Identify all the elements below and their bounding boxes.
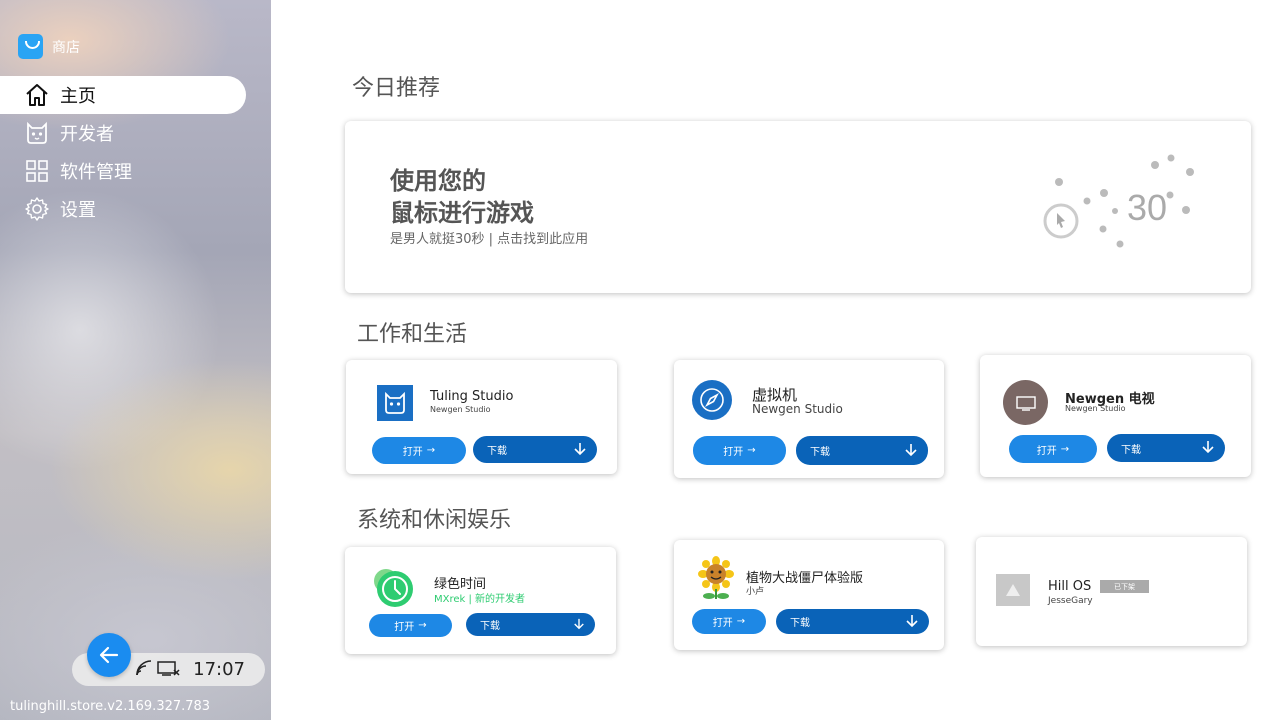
section-title-system: 系统和休闲娱乐 xyxy=(357,508,512,533)
app-card-pvz[interactable]: 植物大战僵尸体验版 小卢 打开 → 下载 xyxy=(674,540,944,650)
tuling-cat-icon xyxy=(377,385,413,421)
download-button[interactable]: 下载 xyxy=(466,613,595,636)
app-developer: MXrek | 新的开发者 xyxy=(434,594,526,605)
sidebar-item-label: 设置 xyxy=(60,200,96,221)
app-card-tuling-studio[interactable]: Tuling Studio Newgen Studio 打开 → 下载 xyxy=(346,360,617,474)
version-label: tulinghill.store.v2.169.327.783 xyxy=(10,699,211,714)
gear-icon xyxy=(24,196,50,222)
download-button[interactable]: 下载 xyxy=(1107,434,1225,462)
section-title-work: 工作和生活 xyxy=(357,322,468,347)
sunflower-icon xyxy=(696,556,736,600)
sidebar-item-label: 软件管理 xyxy=(60,162,132,183)
sidebar-item-developer[interactable]: 开发者 xyxy=(0,114,271,152)
open-button[interactable]: 打开 → xyxy=(372,437,466,464)
app-developer: JesseGary xyxy=(1048,596,1093,606)
app-name: Tuling Studio xyxy=(430,389,514,404)
arrow-right-icon: → xyxy=(426,445,436,456)
sidebar-item-software[interactable]: 软件管理 xyxy=(0,152,271,190)
hero-title: 使用您的 鼠标进行游戏 xyxy=(390,167,534,227)
arrow-right-icon: → xyxy=(418,620,427,631)
app-name: Hill OS xyxy=(1048,579,1092,594)
app-card-green-time[interactable]: 绿色时间 MXrek | 新的开发者 打开 → 下载 xyxy=(345,547,616,654)
download-button[interactable]: 下载 xyxy=(473,436,597,463)
sidebar: 商店 主页 开发者 软件管理 设置 17:07 tulinghill.store… xyxy=(0,0,271,720)
app-developer: 小卢 xyxy=(746,587,765,597)
green-clock-icon xyxy=(373,567,415,609)
sidebar-nav: 主页 开发者 软件管理 设置 xyxy=(0,76,271,228)
store-title: 商店 xyxy=(52,39,80,56)
app-developer: Newgen Studio xyxy=(430,405,491,414)
download-arrow-icon xyxy=(906,615,918,628)
delisted-badge: 已下架 xyxy=(1100,580,1149,593)
sidebar-item-home[interactable]: 主页 xyxy=(0,76,246,114)
clock: 17:07 xyxy=(193,659,245,680)
download-arrow-icon xyxy=(905,444,917,457)
section-title-today: 今日推荐 xyxy=(352,76,441,101)
store-bag-icon xyxy=(18,34,43,59)
store-header: 商店 xyxy=(18,34,80,59)
app-developer: Newgen Studio xyxy=(752,402,843,416)
open-button[interactable]: 打开 → xyxy=(369,614,452,637)
back-button[interactable] xyxy=(87,633,131,677)
hero-subtitle: 是男人就挺30秒 | 点击找到此应用 xyxy=(390,232,589,247)
tv-icon xyxy=(1003,380,1048,425)
open-button[interactable]: 打开 → xyxy=(1009,435,1097,463)
display-off-icon[interactable] xyxy=(157,659,181,681)
open-button[interactable]: 打开 → xyxy=(692,609,766,634)
arrow-right-icon: → xyxy=(736,616,746,627)
download-button[interactable]: 下载 xyxy=(776,609,929,634)
download-arrow-icon xyxy=(574,443,586,456)
open-button[interactable]: 打开 → xyxy=(693,436,786,465)
hero-art-number: 30 xyxy=(1127,187,1167,228)
grid-icon xyxy=(24,158,50,184)
hill-os-icon xyxy=(996,574,1030,606)
app-card-hill-os[interactable]: Hill OS JesseGary 已下架 xyxy=(976,537,1247,646)
app-card-vm[interactable]: 虚拟机 Newgen Studio 打开 → 下载 xyxy=(674,360,944,478)
app-card-newgen-tv[interactable]: Newgen 电视 Newgen Studio 打开 → 下载 xyxy=(980,355,1251,477)
sidebar-item-settings[interactable]: 设置 xyxy=(0,190,271,228)
download-arrow-icon xyxy=(574,618,584,630)
home-icon xyxy=(24,82,50,108)
arrow-left-icon xyxy=(99,646,119,664)
arrow-right-icon: → xyxy=(1060,443,1070,455)
download-button[interactable]: 下载 xyxy=(796,436,928,465)
wifi-icon[interactable] xyxy=(135,659,155,681)
app-developer: Newgen Studio xyxy=(1065,404,1126,413)
sidebar-item-label: 主页 xyxy=(60,86,96,107)
download-arrow-icon xyxy=(1202,441,1214,454)
developer-cat-icon xyxy=(24,120,50,146)
arrow-right-icon: → xyxy=(747,445,756,456)
sidebar-item-label: 开发者 xyxy=(60,124,114,145)
hero-30-seconds-art: 30 xyxy=(1043,154,1194,248)
hero-banner[interactable]: 使用您的 鼠标进行游戏 是男人就挺30秒 | 点击找到此应用 30 xyxy=(345,121,1251,293)
compass-icon xyxy=(692,380,732,420)
